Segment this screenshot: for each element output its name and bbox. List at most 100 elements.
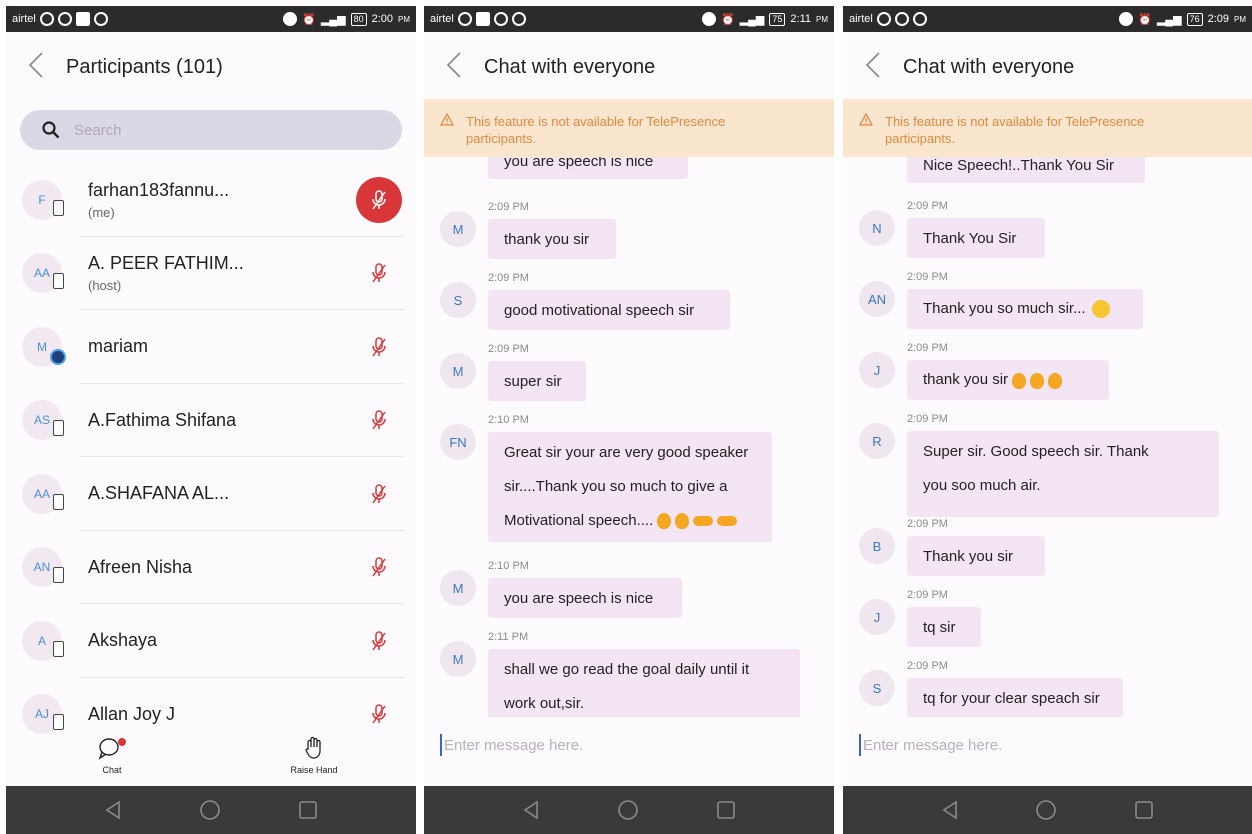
- signal-icon: ▂▄▆: [1156, 13, 1182, 26]
- dnd-icon: [1119, 12, 1134, 26]
- participant-name: farhan183fannu...: [88, 179, 230, 200]
- participant-name: A. PEER FATHIM...: [88, 253, 244, 274]
- message-line: Great sir your are very good speaker: [504, 444, 749, 461]
- participant-name: Allan Joy J: [88, 703, 176, 724]
- message-timestamp: 2:10 PM: [488, 414, 529, 426]
- message-bubble: tq sir: [907, 607, 981, 647]
- mic-muted-icon[interactable]: [366, 260, 392, 286]
- phone-icon: [53, 714, 64, 731]
- sync-icon: [912, 12, 927, 26]
- message-bubble: Great sir your are very good speaker sir.…: [488, 432, 772, 542]
- nav-home-icon[interactable]: [617, 799, 639, 821]
- mic-muted-icon[interactable]: [356, 176, 402, 223]
- participant-row[interactable]: AS A.Fathima Shifana: [6, 384, 416, 457]
- carrier-label: airtel: [849, 13, 873, 25]
- message-bubble: shall we go read the goal daily until it…: [488, 649, 800, 717]
- participant-row[interactable]: AN Afreen Nisha: [6, 531, 416, 604]
- status-bar: airtel ⏰ ▂▄▆ 76 2:09 PM: [843, 6, 1252, 32]
- avatar: AS: [22, 400, 64, 441]
- ok-hand-emoji-icon: [1030, 372, 1045, 389]
- mic-muted-icon[interactable]: [366, 481, 392, 507]
- avatar-initials: AJ: [34, 707, 49, 722]
- avatar: AA: [22, 473, 64, 514]
- mic-muted-icon[interactable]: [366, 628, 392, 654]
- whatsapp-icon: [493, 12, 508, 26]
- page-title: Participants (101): [66, 55, 223, 78]
- search-input[interactable]: Search: [20, 110, 402, 150]
- message-bubble: you are speech is nice: [488, 157, 688, 179]
- participant-row[interactable]: AA A.SHAFANA AL...: [6, 457, 416, 531]
- back-button[interactable]: [6, 38, 66, 96]
- avatar: F: [22, 179, 64, 220]
- participant-role: (host): [88, 278, 122, 294]
- gallery-icon: [75, 12, 90, 26]
- participant-row[interactable]: A Akshaya: [6, 604, 416, 678]
- gallery-icon: [475, 12, 490, 26]
- sync-icon: [93, 12, 108, 26]
- sender-avatar: M: [440, 641, 476, 677]
- nav-back-icon[interactable]: [522, 800, 540, 820]
- mic-muted-icon[interactable]: [366, 407, 392, 433]
- participant-name: A.Fathima Shifana: [88, 409, 237, 430]
- sync-icon: [57, 12, 72, 26]
- nav-recents-icon[interactable]: [716, 800, 736, 820]
- avatar: AA: [22, 253, 64, 294]
- alarm-icon: ⏰: [720, 13, 735, 26]
- message-bubble: thank you sir: [488, 219, 616, 259]
- message-line: Thank You Sir: [923, 229, 1017, 247]
- message-line: shall we go read the goal daily until it: [504, 661, 750, 678]
- message-text: Nice Speech!..Thank You Sir: [923, 157, 1114, 174]
- participant-row[interactable]: Ffarhan183fannu... (me): [6, 163, 416, 237]
- ok-hand-emoji-icon: [1048, 372, 1063, 389]
- message-line: Thank you sir: [923, 547, 1014, 565]
- message-input[interactable]: Enter message here.: [440, 730, 818, 760]
- message-line: you are speech is nice: [504, 589, 654, 607]
- back-button[interactable]: [843, 38, 903, 96]
- whatsapp-icon: [894, 12, 909, 26]
- nav-recents-icon[interactable]: [1134, 800, 1154, 820]
- message-timestamp: 2:09 PM: [907, 518, 948, 530]
- avatar: A: [22, 620, 64, 661]
- message-line: thank you sir: [923, 371, 1009, 389]
- participant-row[interactable]: AA A. PEER FATHIM... (host): [6, 237, 416, 310]
- message-line: super sir: [504, 372, 562, 390]
- nav-recents-icon[interactable]: [298, 800, 318, 820]
- phone-icon: [53, 493, 64, 510]
- message-list[interactable]: Nice Speech!..Thank You Sir N 2:09 PM Thank…: [843, 157, 1252, 717]
- nav-home-icon[interactable]: [199, 799, 221, 821]
- nav-back-icon[interactable]: [104, 800, 122, 820]
- message-input[interactable]: Enter message here.: [859, 730, 1236, 760]
- sender-avatar: M: [440, 570, 476, 606]
- back-button[interactable]: [424, 38, 484, 96]
- mic-muted-icon[interactable]: [366, 554, 392, 580]
- nav-home-icon[interactable]: [1035, 799, 1057, 821]
- chat-bubble-icon: [98, 738, 126, 760]
- sender-avatar: S: [859, 670, 895, 706]
- carrier-label: airtel: [430, 13, 454, 25]
- battery-level: 76: [1186, 12, 1203, 26]
- participant-row[interactable]: Mmariam: [6, 310, 416, 384]
- message-line: Nice Speech!..Thank You Sir: [923, 157, 1114, 174]
- phone-icon: [53, 640, 64, 657]
- alarm-icon: ⏰: [302, 13, 316, 26]
- avatar: AN: [22, 547, 64, 588]
- notification-icons: [876, 12, 927, 26]
- message-text: thank you sir: [504, 231, 589, 248]
- phone-icon: [53, 273, 64, 290]
- message-list[interactable]: you are speech is nice M 2:09 PM thank you …: [424, 157, 834, 717]
- chat-button[interactable]: Chat: [92, 736, 132, 775]
- ok-hand-emoji-icon: [675, 513, 690, 530]
- mic-muted-icon[interactable]: [366, 701, 392, 727]
- participant-name: Afreen Nisha: [88, 556, 193, 577]
- nav-back-icon[interactable]: [941, 800, 959, 820]
- sender-avatar: S: [440, 282, 476, 318]
- battery-level: 80: [350, 12, 367, 26]
- chat-label: Chat: [102, 765, 122, 775]
- clock: 2:00: [371, 13, 393, 25]
- mic-muted-icon[interactable]: [366, 334, 392, 360]
- raise-hand-button[interactable]: Raise Hand: [284, 736, 344, 775]
- carrier-label: airtel: [12, 13, 36, 25]
- header: Chat with everyone: [843, 38, 1252, 96]
- clock-ampm: PM: [1234, 14, 1246, 24]
- message-bubble: Thank You Sir: [907, 218, 1045, 258]
